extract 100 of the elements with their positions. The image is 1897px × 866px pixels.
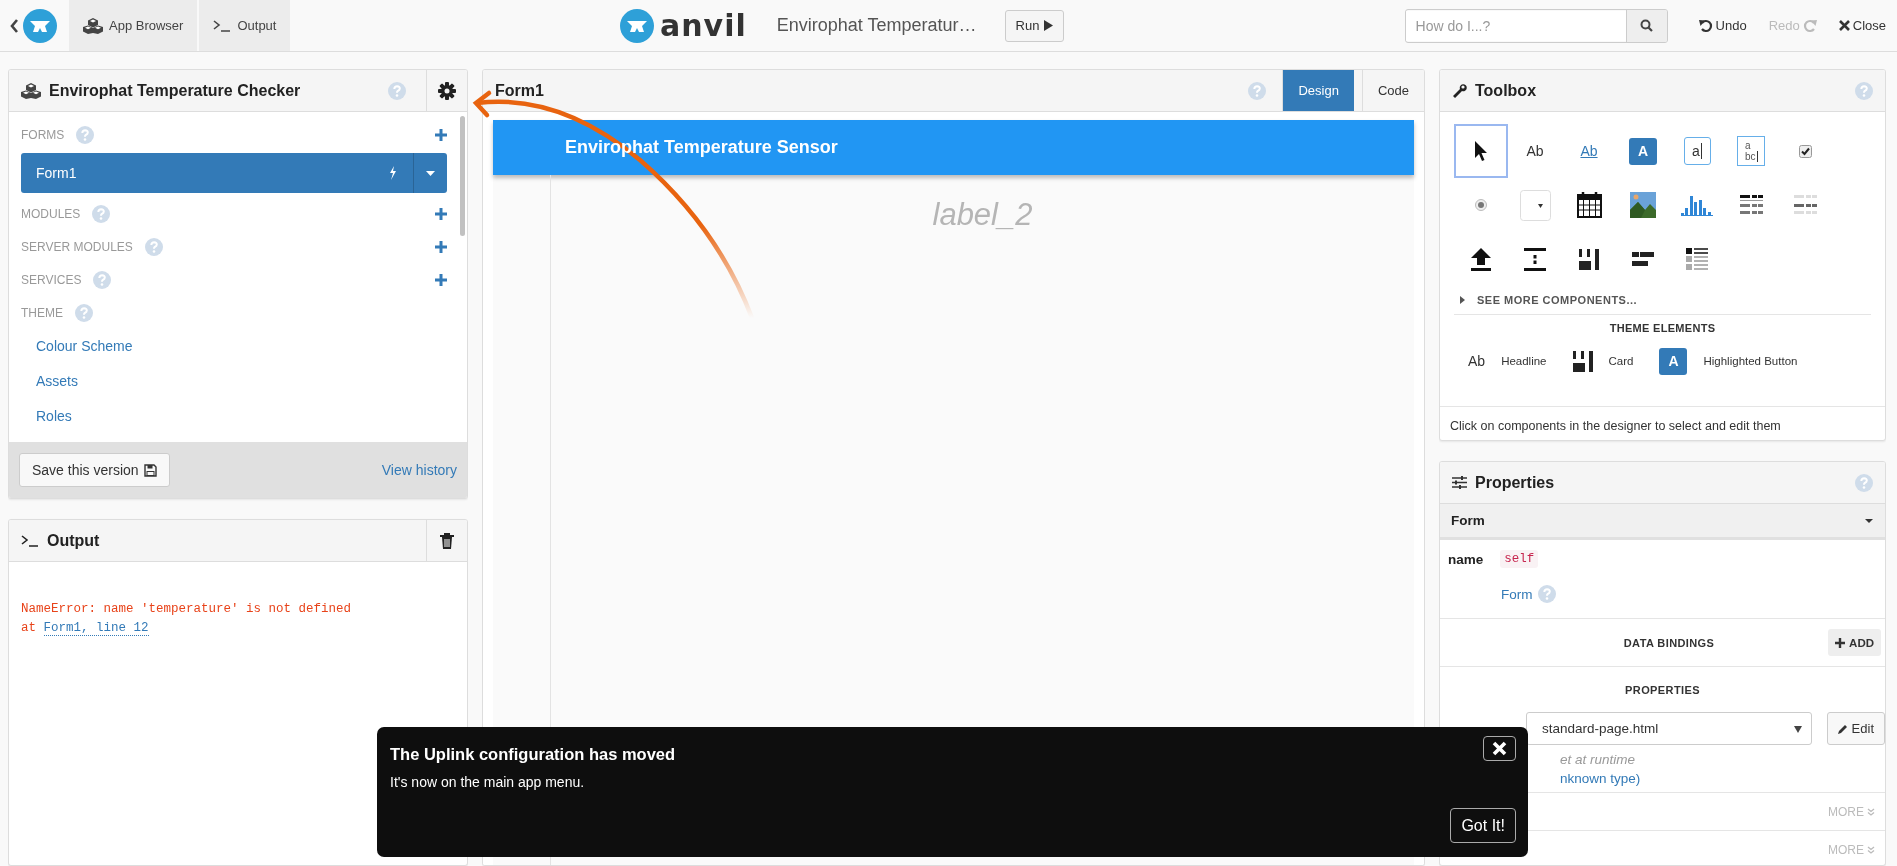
lightning-icon[interactable] [389, 166, 397, 180]
see-more-link[interactable]: SEE MORE COMPONENTS... [1477, 294, 1638, 306]
section-label: FORMS [21, 127, 65, 142]
got-it-button[interactable]: Got It! [1450, 808, 1516, 843]
cubes-icon [21, 82, 41, 99]
redo-icon [1802, 18, 1817, 33]
trace-link[interactable]: Form1, line 12 [43, 621, 149, 636]
run-button[interactable]: Run [1004, 9, 1065, 42]
add-icon[interactable] [435, 240, 447, 253]
app-title: Envirophat Temperatur… [776, 15, 977, 36]
scrollbar[interactable] [460, 116, 465, 236]
anvil-logo-icon [23, 8, 57, 43]
panel-title: Properties [1475, 473, 1556, 492]
checkbox-icon[interactable] [1798, 144, 1812, 158]
terminal-icon [213, 19, 232, 32]
view-tab[interactable]: Code [1361, 70, 1424, 111]
close-button[interactable]: Close [1827, 18, 1897, 33]
wrench-icon [1452, 83, 1467, 98]
add-icon[interactable] [435, 207, 447, 220]
anvil-logo-icon [620, 8, 654, 43]
section-label: SERVICES [21, 272, 82, 287]
caret-icon[interactable] [1865, 518, 1873, 523]
search-icon[interactable] [1640, 19, 1654, 32]
close-button[interactable] [1483, 736, 1516, 761]
data-grid-icon[interactable] [1739, 195, 1763, 215]
caret-icon [1793, 724, 1802, 733]
settings-icon[interactable] [438, 81, 456, 100]
notice-title: The Uplink configuration has moved [390, 745, 676, 764]
panel-title: Envirophat Temperature Checker [49, 81, 302, 100]
textbox-tool[interactable]: a [1683, 137, 1711, 165]
undo-button[interactable]: Undo [1687, 18, 1758, 33]
label-tool[interactable]: Ab [1526, 143, 1544, 159]
link-tool[interactable]: Ab [1580, 143, 1598, 159]
edit-button[interactable]: Edit [1826, 712, 1885, 745]
floppy-icon [143, 463, 157, 477]
plus-icon [1835, 637, 1846, 648]
hint-text: Click on components in the designer to select and edit them [1440, 406, 1885, 440]
history-link[interactable]: View history [381, 462, 457, 478]
add-icon[interactable] [435, 128, 447, 141]
component-selector[interactable]: Form [1440, 504, 1885, 540]
back-icon[interactable] [10, 18, 19, 33]
sidebar-link[interactable]: Assets [21, 364, 78, 399]
section-heading: PROPERTIES [1624, 683, 1701, 698]
label-tool[interactable]: Ab [1468, 353, 1486, 369]
flow-panel-icon[interactable] [1632, 252, 1654, 266]
theme-element-label[interactable]: Highlighted Button [1703, 355, 1798, 367]
image-icon[interactable] [1630, 192, 1656, 218]
trash-icon[interactable] [440, 532, 454, 549]
type-link[interactable]: Form [1501, 586, 1533, 602]
toolbar-tab[interactable]: Output [199, 0, 291, 51]
close-icon [1838, 20, 1850, 31]
upload-icon[interactable] [1471, 247, 1491, 271]
expand-icon[interactable] [1460, 296, 1465, 304]
trace-text: at [21, 621, 36, 635]
toolbar-tab[interactable]: App Browser [69, 0, 198, 51]
logo-text: anvil [660, 8, 747, 43]
theme-element-label[interactable]: Card [1608, 355, 1634, 367]
pointer-icon[interactable] [1474, 141, 1488, 161]
error-message: NameError: name 'temperature' is not defined [21, 601, 353, 618]
tool-tile[interactable] [1454, 124, 1508, 178]
view-tab[interactable]: Design [1282, 70, 1354, 111]
hint-text: et at runtime [1560, 752, 1636, 767]
panel-title: Form1 [495, 81, 545, 100]
section-heading: THEME ELEMENTS [1608, 322, 1717, 334]
button-tool[interactable]: A [1659, 347, 1688, 375]
radio-icon[interactable] [1475, 199, 1487, 211]
repeating-panel-icon[interactable] [1793, 195, 1817, 215]
panel-title: Toolbox [1475, 81, 1538, 100]
play-icon [1044, 20, 1054, 31]
section-heading: DATA BINDINGS [1622, 636, 1716, 649]
card-icon[interactable] [1572, 350, 1593, 372]
notice-message: It's now on the main app menu. [390, 774, 586, 790]
button-tool[interactable]: A [1629, 137, 1657, 165]
list-icon[interactable] [1686, 248, 1708, 270]
sliders-icon [1452, 476, 1467, 489]
property-label: name [1448, 551, 1484, 567]
type-text: nknown type) [1560, 771, 1641, 786]
calendar-icon[interactable] [1576, 192, 1602, 218]
undo-icon [1698, 18, 1713, 33]
panel-title: Output [47, 531, 101, 550]
pencil-icon [1837, 723, 1848, 734]
save-button[interactable]: Save this version [19, 453, 170, 487]
terminal-icon [21, 534, 39, 547]
search-field[interactable]: How do I...? [1404, 8, 1668, 43]
html-dropdown[interactable]: standard-page.html [1526, 712, 1812, 745]
cubes-icon [83, 17, 103, 34]
section-label: THEME [21, 305, 63, 320]
sidebar-link[interactable]: Roles [21, 399, 72, 434]
bar-chart-icon[interactable] [1681, 194, 1713, 216]
add-icon[interactable] [435, 273, 447, 286]
name-value: self [1500, 550, 1539, 568]
textarea-tool[interactable]: a bc [1737, 136, 1765, 166]
form-item[interactable]: Form1 [21, 153, 447, 193]
theme-element-label[interactable]: Headline [1501, 355, 1547, 367]
sidebar-link[interactable]: Colour Scheme [21, 329, 133, 364]
section-label: SERVER MODULES [21, 239, 133, 254]
spacer-icon[interactable] [1524, 247, 1546, 271]
section-label: MODULES [21, 206, 81, 221]
card-icon[interactable] [1579, 248, 1599, 270]
add-button[interactable]: ADD [1828, 629, 1881, 656]
